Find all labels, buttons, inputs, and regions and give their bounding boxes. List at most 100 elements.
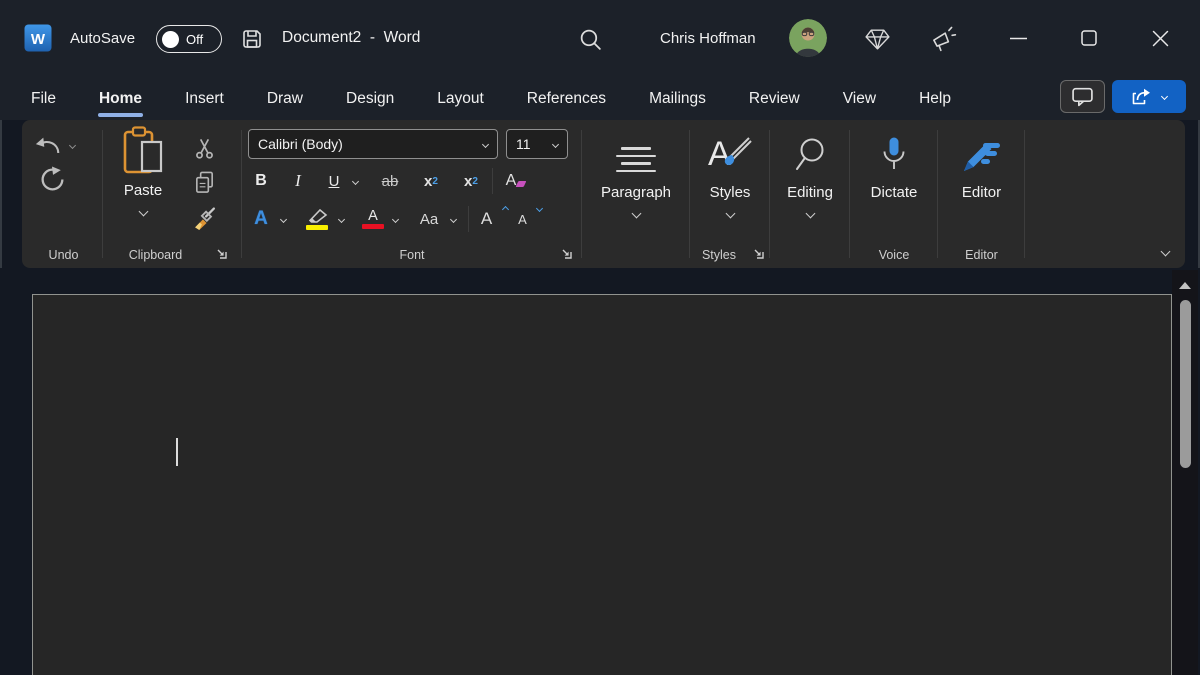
redo-icon bbox=[39, 166, 66, 193]
styles-icon: A bbox=[706, 126, 754, 178]
paste-button[interactable]: Paste bbox=[109, 126, 177, 215]
format-painter-icon bbox=[192, 206, 217, 231]
grow-font-glyph: A bbox=[481, 209, 492, 229]
tab-references[interactable]: References bbox=[527, 90, 606, 108]
save-icon bbox=[240, 27, 264, 51]
group-divider bbox=[1024, 130, 1025, 258]
underline-button[interactable]: U bbox=[322, 166, 346, 196]
subscript-button[interactable]: x2 bbox=[416, 166, 446, 196]
bold-button[interactable]: B bbox=[248, 166, 274, 196]
autosave-state: Off bbox=[186, 32, 203, 47]
cut-button[interactable] bbox=[187, 132, 221, 164]
minimize-button[interactable] bbox=[995, 18, 1041, 58]
clipboard-dialog-launcher[interactable] bbox=[213, 247, 229, 263]
font-name-combobox[interactable]: Calibri (Body) bbox=[248, 129, 498, 159]
scroll-up-arrow[interactable] bbox=[1179, 282, 1191, 289]
styles-button[interactable]: A Styles bbox=[690, 126, 770, 217]
word-logo-icon[interactable]: W bbox=[24, 24, 52, 52]
ribbon-tab-bar: File Home Insert Draw Design Layout Refe… bbox=[0, 78, 1200, 120]
styles-chevron bbox=[725, 209, 735, 219]
format-painter-button[interactable] bbox=[187, 202, 221, 234]
avatar[interactable] bbox=[789, 19, 827, 57]
tab-help[interactable]: Help bbox=[919, 90, 951, 108]
text-cursor bbox=[176, 438, 178, 466]
undo-icon bbox=[34, 135, 62, 156]
editor-pen-icon bbox=[961, 126, 1003, 178]
tab-insert[interactable]: Insert bbox=[185, 90, 224, 108]
editor-label: Editor bbox=[962, 184, 1001, 201]
editor-button[interactable]: Editor bbox=[938, 126, 1025, 201]
italic-button[interactable]: I bbox=[286, 166, 310, 196]
redo-button[interactable] bbox=[36, 166, 68, 196]
scrollbar-thumb[interactable] bbox=[1180, 300, 1191, 468]
font-name-value: Calibri (Body) bbox=[249, 136, 483, 152]
user-name[interactable]: Chris Hoffman bbox=[660, 30, 756, 47]
tab-review[interactable]: Review bbox=[749, 90, 800, 108]
paragraph-label: Paragraph bbox=[601, 184, 671, 201]
paragraph-group: Paragraph bbox=[582, 120, 690, 268]
search-button[interactable] bbox=[577, 26, 603, 52]
font-dialog-launcher[interactable] bbox=[558, 247, 574, 263]
styles-group: A Styles Styles bbox=[690, 120, 770, 268]
feedback-button[interactable] bbox=[928, 24, 958, 52]
collapse-ribbon-button[interactable] bbox=[1162, 243, 1169, 258]
tab-view[interactable]: View bbox=[843, 90, 876, 108]
font-color-dropdown[interactable] bbox=[386, 204, 404, 234]
superscript-mark: 2 bbox=[472, 176, 478, 187]
editor-group-label: Editor bbox=[938, 248, 1025, 262]
tab-draw[interactable]: Draw bbox=[267, 90, 303, 108]
tab-layout[interactable]: Layout bbox=[437, 90, 484, 108]
search-icon bbox=[578, 27, 603, 52]
change-case-dropdown[interactable] bbox=[444, 204, 462, 234]
paragraph-dropdown-button[interactable]: Paragraph bbox=[582, 126, 690, 217]
close-button[interactable] bbox=[1137, 18, 1183, 58]
copy-button[interactable] bbox=[187, 166, 221, 198]
styles-dialog-launcher[interactable] bbox=[750, 247, 766, 263]
dictate-label: Dictate bbox=[871, 184, 918, 201]
editing-group: Editing bbox=[770, 120, 850, 268]
highlight-color-dropdown[interactable] bbox=[332, 204, 350, 234]
rewards-gem-button[interactable] bbox=[863, 26, 891, 52]
clipboard-group-label: Clipboard bbox=[103, 248, 208, 262]
tab-design[interactable]: Design bbox=[346, 90, 394, 108]
divider bbox=[492, 168, 493, 194]
text-effects-button[interactable]: A bbox=[248, 204, 274, 234]
editing-button[interactable]: Editing bbox=[770, 126, 850, 217]
shrink-font-button[interactable]: A bbox=[513, 204, 541, 234]
paste-icon bbox=[121, 126, 165, 178]
autosave-toggle[interactable]: Off bbox=[156, 25, 222, 53]
clear-formatting-button[interactable]: A bbox=[499, 166, 531, 196]
tab-mailings[interactable]: Mailings bbox=[649, 90, 706, 108]
shrink-font-glyph: A bbox=[518, 212, 527, 227]
document-title: Document2 - Word bbox=[282, 29, 420, 47]
tab-home[interactable]: Home bbox=[99, 90, 142, 108]
vertical-scrollbar[interactable] bbox=[1172, 270, 1198, 675]
font-size-combobox[interactable]: 11 bbox=[506, 129, 568, 159]
clipboard-group: Paste bbox=[103, 120, 242, 268]
font-color-icon: A bbox=[362, 210, 384, 229]
comments-button[interactable] bbox=[1060, 80, 1105, 113]
styles-group-label: Styles bbox=[690, 248, 748, 262]
toggle-knob bbox=[162, 31, 179, 48]
dictate-button[interactable]: Dictate bbox=[850, 126, 938, 201]
maximize-button[interactable] bbox=[1066, 18, 1112, 58]
change-case-button[interactable]: Aa bbox=[414, 204, 444, 234]
text-effects-dropdown[interactable] bbox=[274, 204, 292, 234]
autosave-label: AutoSave bbox=[70, 30, 135, 47]
superscript-button[interactable]: x2 bbox=[456, 166, 486, 196]
document-canvas[interactable] bbox=[0, 268, 1200, 675]
tab-file[interactable]: File bbox=[31, 90, 56, 108]
document-page[interactable] bbox=[32, 294, 1172, 675]
font-size-chevron bbox=[552, 140, 559, 147]
paste-label: Paste bbox=[124, 182, 162, 199]
highlight-color-button[interactable] bbox=[302, 204, 332, 234]
font-color-button[interactable]: A bbox=[360, 204, 386, 234]
share-button[interactable] bbox=[1112, 80, 1186, 113]
highlighter-icon bbox=[306, 209, 328, 230]
save-button[interactable] bbox=[239, 26, 265, 52]
undo-button[interactable] bbox=[34, 132, 82, 158]
gem-icon bbox=[864, 28, 891, 51]
grow-font-button[interactable]: A bbox=[475, 204, 507, 234]
strikethrough-button[interactable]: ab bbox=[374, 166, 406, 196]
underline-dropdown[interactable] bbox=[346, 166, 364, 196]
